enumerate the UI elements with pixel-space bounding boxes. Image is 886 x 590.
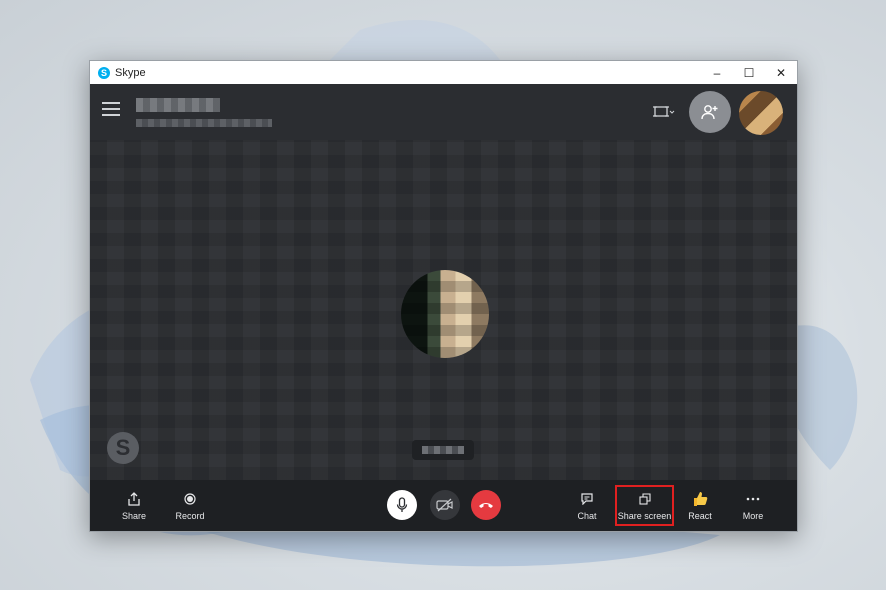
share-icon [128,492,140,506]
share-screen-icon [638,493,651,505]
call-stage: S [90,140,797,480]
chat-label: Chat [577,511,597,521]
skype-window: S Skype – ☐ ✕ S Share Record Chat Share … [89,60,798,532]
more-label: More [742,511,764,521]
title-bar: S Skype – ☐ ✕ [90,61,797,84]
chat-button[interactable]: Chat [576,480,598,531]
react-label: React [688,511,712,521]
more-icon [746,497,760,501]
avatar[interactable] [739,91,783,135]
skype-logo-icon: S [98,66,110,79]
call-toolbar: Share Record Chat Share screen React Mor… [90,480,797,531]
record-label: Record [175,511,205,521]
record-icon [184,493,196,505]
mute-button[interactable] [387,490,417,520]
video-toggle-button[interactable] [430,490,460,520]
maximize-button[interactable]: ☐ [733,61,765,84]
share-screen-button[interactable]: Share screen [615,485,674,526]
skype-watermark-icon: S [107,432,139,464]
minimize-button[interactable]: – [701,61,733,84]
add-person-icon [701,105,718,120]
contact-status-redacted [136,119,272,127]
microphone-icon [396,497,408,512]
react-button[interactable]: React [687,480,713,531]
thumbs-up-icon [694,492,708,506]
more-button[interactable]: More [740,480,766,531]
share-button[interactable]: Share [120,480,148,531]
call-header [90,84,797,140]
share-label: Share [121,511,147,521]
add-people-button[interactable] [689,91,731,133]
contact-name-redacted [136,98,220,112]
participant-name-pill [412,440,474,460]
fit-to-window-icon[interactable] [653,104,675,120]
record-button[interactable]: Record [172,480,208,531]
caller-avatar [401,270,489,358]
close-button[interactable]: ✕ [765,61,797,84]
hamburger-icon[interactable] [102,102,120,116]
window-title: Skype [115,66,146,79]
end-call-button[interactable] [471,490,501,520]
end-call-icon [479,503,493,508]
share-screen-label: Share screen [617,511,672,521]
chat-icon [581,493,593,505]
camera-off-icon [436,498,453,512]
